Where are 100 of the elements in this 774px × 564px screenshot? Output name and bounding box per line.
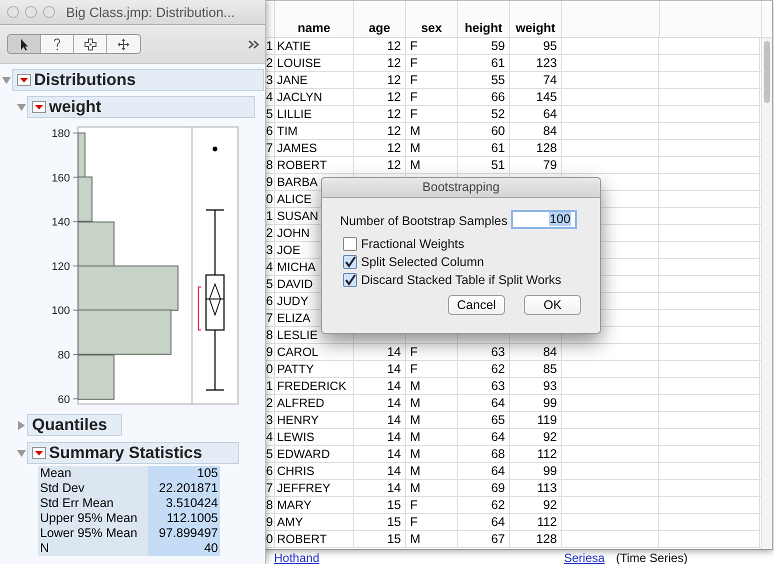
table-cell: 14: [387, 396, 401, 410]
table-cell: 69: [491, 481, 505, 495]
move-icon: [117, 38, 130, 50]
column-header[interactable]: sex: [406, 1, 458, 37]
table-cell: JEFFREY: [277, 481, 330, 495]
checkbox[interactable]: [343, 237, 357, 251]
column-header[interactable]: weight: [510, 1, 562, 37]
table-cell: 63: [491, 379, 505, 393]
table-cell: F: [410, 73, 418, 87]
table-cell: 12: [387, 107, 401, 121]
checkbox[interactable]: [343, 255, 357, 269]
section-header[interactable]: weight: [27, 96, 255, 118]
table-cell: 92: [543, 430, 557, 444]
table-cell: F: [410, 362, 418, 376]
table-cell: 12: [387, 158, 401, 172]
table-cell: 14: [387, 345, 401, 359]
table-cell: 63: [491, 345, 505, 359]
statistic-value: 112.1005: [148, 511, 220, 526]
table-cell: 12: [387, 141, 401, 155]
link[interactable]: Seriesa: [564, 551, 605, 564]
table-cell: 60: [491, 124, 505, 138]
table-cell: 99: [543, 464, 557, 478]
column-header[interactable]: name: [275, 1, 354, 37]
checkbox-label[interactable]: Fractional Weights: [361, 237, 464, 251]
section-header[interactable]: Summary Statistics: [27, 442, 239, 464]
table-cell: LOUISE: [277, 56, 322, 70]
statistic-label: Std Err Mean: [38, 496, 148, 511]
table-cell: ROBERT: [277, 532, 327, 546]
cancel-button[interactable]: Cancel: [448, 295, 505, 315]
section-title: weight: [49, 98, 102, 116]
table-cell: 12: [387, 39, 401, 53]
table-cell: DAVID: [277, 277, 313, 291]
field-label: Number of Bootstrap Samples: [340, 214, 508, 228]
section-header[interactable]: Quantiles: [27, 414, 122, 436]
checkbox-label[interactable]: Discard Stacked Table if Split Works: [361, 273, 562, 287]
statistic-label: Upper 95% Mean: [38, 511, 148, 526]
disclosure-triangle-icon[interactable]: [17, 448, 26, 458]
axis-label: 80: [58, 350, 70, 362]
table-cell: ROBERT: [277, 158, 327, 172]
link[interactable]: Hothand: [274, 551, 320, 564]
table-cell: BARBA: [277, 175, 318, 189]
table-cell: F: [410, 39, 418, 53]
table-cell: CAROL: [277, 345, 318, 359]
table-cell: M: [410, 464, 420, 478]
table-cell: 93: [543, 379, 557, 393]
section-header[interactable]: Distributions: [12, 69, 264, 91]
table-cell: 84: [543, 345, 557, 359]
arrow-tool-button[interactable]: [8, 35, 41, 53]
table-cell: ALICE: [277, 192, 312, 206]
table-cell: JACLYN: [277, 90, 322, 104]
table-cell: M: [410, 447, 420, 461]
overflow-chevron-icon[interactable]: [248, 40, 260, 48]
scrollbar[interactable]: [761, 38, 772, 549]
table-cell: M: [410, 430, 420, 444]
table-cell: 95: [543, 39, 557, 53]
statistic-value: 105: [148, 466, 220, 481]
checkbox[interactable]: [343, 273, 357, 287]
table-cell: 119: [537, 413, 557, 427]
table-cell: 64: [543, 107, 557, 121]
table-cell: 112: [537, 447, 557, 461]
table-cell: F: [410, 107, 418, 121]
ok-button[interactable]: OK: [524, 295, 581, 315]
column-header[interactable]: height: [458, 1, 510, 37]
table-cell: KATIE: [277, 39, 311, 53]
table-cell: 14: [387, 447, 401, 461]
input-field[interactable]: 100: [511, 210, 578, 229]
axis-label: 60: [58, 394, 70, 406]
dropdown-menu-icon[interactable]: [17, 74, 31, 86]
disclosure-triangle-icon[interactable]: [2, 76, 11, 84]
table-cell: F: [410, 56, 418, 70]
table-cell: F: [410, 515, 418, 529]
table-cell: 12: [387, 56, 401, 70]
dropdown-menu-icon[interactable]: [32, 447, 46, 459]
table-cell: 14: [387, 413, 401, 427]
statistic-label: Std Dev: [38, 481, 148, 496]
table-cell: 12: [387, 124, 401, 138]
window-title: Big Class.jmp: Distribution...: [66, 4, 235, 20]
statistic-label: Mean: [38, 466, 148, 481]
disclosure-triangle-icon[interactable]: [17, 102, 26, 112]
column-header[interactable]: age: [354, 1, 406, 37]
table-cell: 92: [543, 498, 557, 512]
table-cell: 66: [491, 90, 505, 104]
table-cell: M: [410, 532, 420, 546]
checkbox-label[interactable]: Split Selected Column: [361, 255, 484, 269]
table-cell: 65: [491, 413, 505, 427]
table-cell: CHRIS: [277, 464, 314, 478]
statistic-value: 22.201871: [148, 481, 220, 496]
dropdown-menu-icon[interactable]: [32, 101, 46, 113]
table-cell: 64: [491, 515, 505, 529]
statistic-label: Lower 95% Mean: [38, 526, 148, 541]
axis-label: 180: [52, 128, 70, 140]
disclosure-triangle-icon[interactable]: [17, 420, 26, 430]
table-cell: 74: [543, 73, 557, 87]
table-cell: PATTY: [277, 362, 314, 376]
table-cell: 113: [537, 481, 557, 495]
axis-label: 160: [52, 172, 70, 184]
table-cell: MARY: [277, 498, 312, 512]
table-cell: 12: [387, 90, 401, 104]
table-cell: HENRY: [277, 413, 319, 427]
section-title: Summary Statistics: [49, 444, 202, 462]
